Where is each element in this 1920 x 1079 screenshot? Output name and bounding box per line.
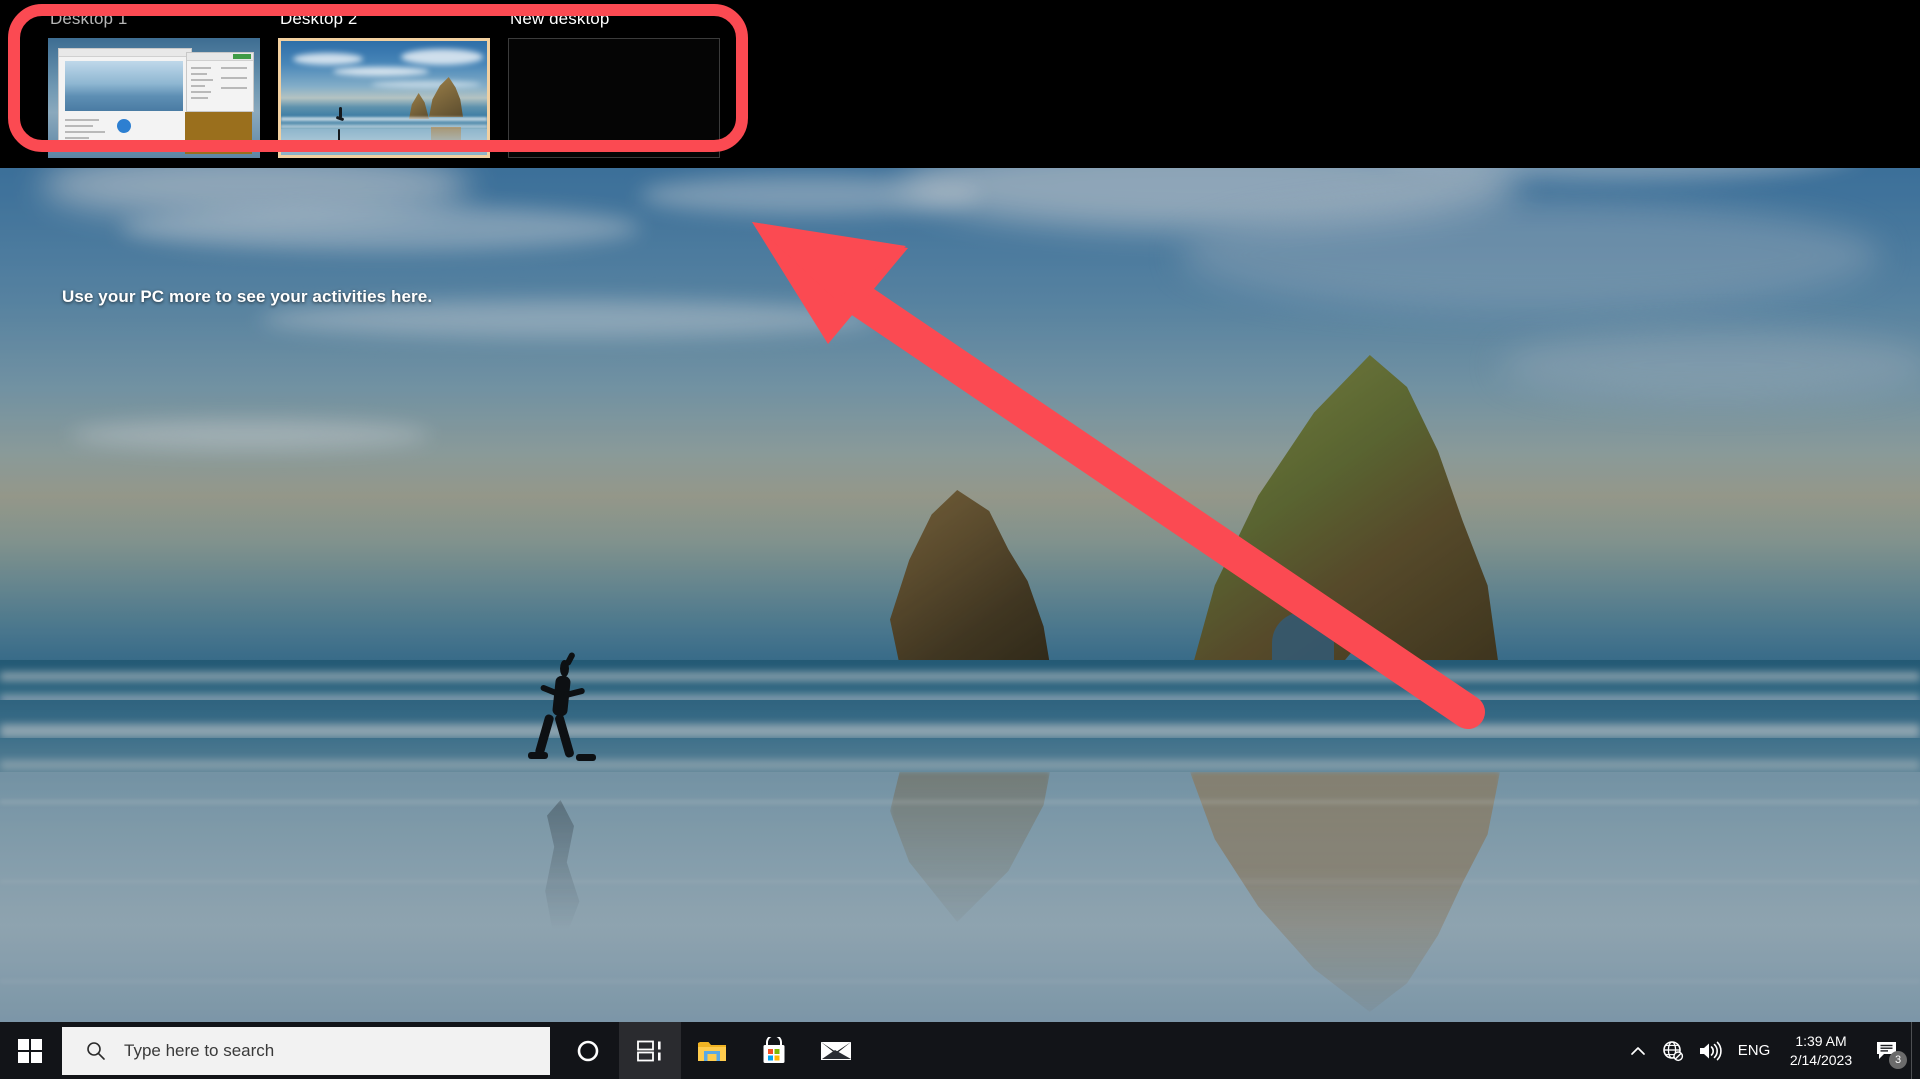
clock-date: 2/14/2023: [1790, 1051, 1852, 1070]
start-button[interactable]: [0, 1022, 60, 1079]
show-desktop-button[interactable]: [1911, 1022, 1920, 1079]
action-center-badge: 3: [1889, 1051, 1907, 1069]
mini-window-titlebar: [59, 49, 191, 57]
tray-expand-chevron-icon[interactable]: [1621, 1022, 1655, 1079]
search-placeholder-text: Type here to search: [124, 1041, 274, 1061]
store-bag-icon: [761, 1037, 787, 1065]
mini-row: [191, 91, 211, 93]
language-indicator[interactable]: ENG: [1729, 1022, 1779, 1079]
desktop-label-1: Desktop 1: [48, 8, 260, 30]
mini-window-image: [65, 61, 183, 111]
task-view-desktop-bar: Desktop 1: [0, 0, 1920, 168]
mini-row: [221, 67, 247, 69]
desktop-cell-2[interactable]: Desktop 2: [278, 8, 490, 158]
mini-row: [191, 97, 208, 99]
microsoft-store-button[interactable]: [743, 1022, 805, 1079]
mini-window-right: [186, 52, 254, 112]
mini-row: [65, 137, 89, 139]
desktop-thumbnail-2[interactable]: [278, 38, 490, 158]
mini-blue-dot: [117, 119, 131, 133]
mini-row: [191, 85, 205, 87]
mini-row: [191, 73, 207, 75]
mini-row: [221, 77, 247, 79]
mail-button[interactable]: [805, 1022, 867, 1079]
mini-row: [65, 131, 105, 133]
desktop-cell-1[interactable]: Desktop 1: [48, 8, 260, 158]
cortana-button[interactable]: [557, 1022, 619, 1079]
new-desktop-label: New desktop: [508, 8, 720, 30]
circle-icon: [576, 1039, 600, 1063]
chevron-up-icon: [1630, 1045, 1646, 1057]
globe-no-internet-icon: [1662, 1040, 1684, 1062]
volume-icon[interactable]: [1691, 1022, 1729, 1079]
mini-green-tab: [233, 54, 251, 59]
mini-window-left: [58, 48, 192, 150]
mini-orange-window: [185, 112, 252, 154]
mini-row: [221, 87, 247, 89]
clock-time: 1:39 AM: [1795, 1032, 1846, 1051]
taskbar: Type here to search: [0, 1022, 1920, 1079]
virtual-desktop-strip: Desktop 1: [48, 8, 738, 158]
windows-task-view-screen: Desktop 1: [0, 0, 1920, 1079]
network-status-icon[interactable]: [1655, 1022, 1691, 1079]
mini-row: [191, 79, 213, 81]
mini-row: [191, 67, 211, 69]
clock-date-area[interactable]: 1:39 AM 2/14/2023: [1779, 1022, 1863, 1079]
search-icon: [86, 1041, 106, 1061]
file-explorer-button[interactable]: [681, 1022, 743, 1079]
mini-row: [65, 119, 99, 121]
search-input[interactable]: Type here to search: [62, 1027, 550, 1075]
system-tray: ENG 1:39 AM 2/14/2023 3: [1621, 1022, 1920, 1079]
activity-empty-message: Use your PC more to see your activities …: [62, 287, 432, 307]
task-view-button[interactable]: [619, 1022, 681, 1079]
mini-row: [65, 125, 93, 127]
new-desktop-thumbnail[interactable]: [508, 38, 720, 158]
folder-icon: [697, 1038, 727, 1064]
windows-logo-icon: [18, 1039, 42, 1063]
envelope-icon: [820, 1039, 852, 1063]
desktop-thumbnail-1[interactable]: [48, 38, 260, 158]
desktop-label-2: Desktop 2: [278, 8, 490, 30]
speaker-icon: [1698, 1040, 1722, 1062]
task-view-icon: [637, 1040, 663, 1062]
desktop-cell-new[interactable]: New desktop: [508, 8, 720, 158]
action-center-button[interactable]: 3: [1863, 1022, 1911, 1079]
